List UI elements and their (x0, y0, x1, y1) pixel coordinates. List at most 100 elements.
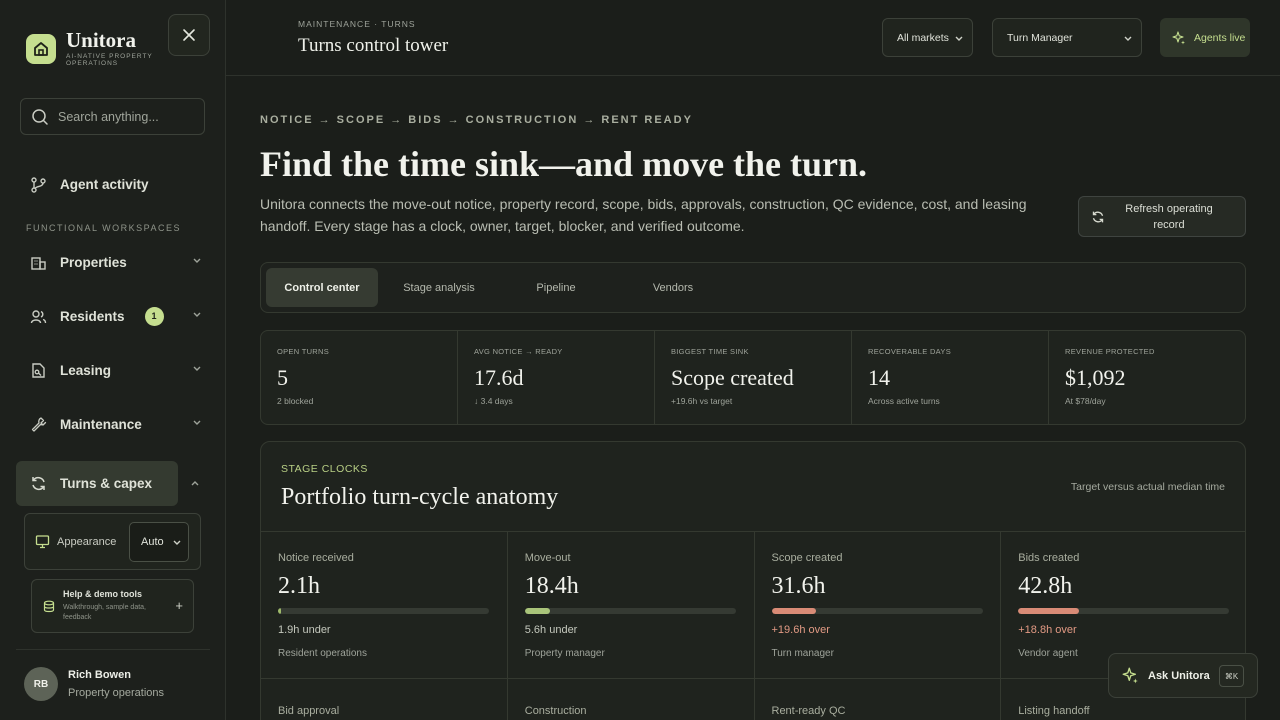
ask-label: Ask Unitora (1148, 669, 1210, 682)
stage-progress-track (1018, 608, 1230, 614)
appearance-select[interactable]: Auto (129, 522, 189, 562)
page-title: Turns control tower (298, 35, 449, 56)
appearance-setting: Appearance Auto (24, 513, 201, 570)
kpi-card: AVG NOTICE → READY 17.6d ↓ 3.4 days (458, 331, 655, 424)
stage-owner: Turn manager (771, 648, 834, 659)
kpi-value: 5 (277, 365, 288, 390)
refresh-icon (1092, 211, 1104, 222)
agents-live-button[interactable]: Agents live (1160, 18, 1250, 57)
sparkles-icon (1172, 30, 1185, 44)
ask-unitora-button[interactable]: Ask Unitora ⌘K (1108, 653, 1258, 698)
user-profile[interactable]: RB Rich Bowen Property operations (24, 667, 164, 701)
stage-clock[interactable]: Notice received 2.1h 1.9h under Resident… (261, 532, 508, 678)
stage-progress-fill (524, 608, 551, 614)
kpi-sub: 2 blocked (277, 396, 314, 406)
brand-tagline: AI-NATIVE PROPERTY OPERATIONS (66, 53, 153, 67)
sidebar-item-turns-capex[interactable]: Turns & capex (16, 461, 178, 506)
stage-time: 31.6h (771, 573, 826, 599)
sidebar-item-label: Leasing (60, 362, 112, 378)
chevron-down-icon (193, 420, 201, 425)
tab-vendors[interactable]: Vendors (617, 268, 729, 307)
stage-clock[interactable]: Scope created 31.6h +19.6h over Turn man… (755, 532, 1002, 678)
chevron-up-icon[interactable] (190, 479, 200, 489)
stage-time: 2.1h (278, 573, 320, 599)
wrench-icon (31, 416, 47, 432)
home-icon (26, 33, 56, 64)
market-select[interactable]: All markets (882, 18, 973, 57)
kpi-sub: +19.6h vs target (671, 396, 733, 406)
stage-delta: 1.9h under (278, 624, 331, 636)
role-select[interactable]: Turn Manager (992, 18, 1142, 57)
top-bar: MAINTENANCE · TURNS Turns control tower … (226, 0, 1280, 76)
sidebar-item-leasing[interactable]: Leasing (16, 348, 216, 392)
chevron-down-icon (173, 540, 181, 545)
chevron-down-icon (193, 312, 201, 317)
close-icon (183, 29, 195, 41)
section-note: Target versus actual median time (1070, 481, 1225, 493)
user-role: Property operations (68, 687, 164, 699)
sidebar-item-properties[interactable]: Properties (16, 240, 216, 284)
keyboard-shortcut: ⌘K (1219, 665, 1244, 687)
hero-heading: Find the time sink—and move the turn. (260, 144, 868, 184)
help-demo-tools[interactable]: Help & demo tools Walkthrough, sample da… (31, 579, 194, 633)
kpi-sub: Across active turns (868, 396, 940, 406)
search-input[interactable]: Search anything... (20, 98, 205, 135)
stage-name: Move-out (524, 552, 571, 564)
user-name: Rich Bowen (68, 669, 131, 681)
stage-clock[interactable]: Construction (508, 679, 755, 720)
tab-control-center[interactable]: Control center (266, 268, 378, 307)
stage-name: Scope created (771, 552, 843, 564)
building-icon (31, 256, 46, 270)
kpi-card: OPEN TURNS 5 2 blocked (261, 331, 458, 424)
chevron-down-icon (1124, 36, 1132, 41)
sidebar-item-label: Maintenance (60, 416, 142, 432)
refresh-record-button[interactable]: Refresh operating record (1078, 196, 1246, 237)
divider (16, 649, 210, 650)
kpi-sub: ↓ 3.4 days (474, 396, 513, 406)
stage-clock[interactable]: Bid approval (261, 679, 508, 720)
sidebar-item-label: Properties (60, 254, 127, 270)
file-key-icon (32, 362, 45, 378)
help-title: Help & demo tools (63, 589, 143, 599)
kpi-strip: OPEN TURNS 5 2 blocked AVG NOTICE → READ… (260, 330, 1246, 425)
kpi-card: RECOVERABLE DAYS 14 Across active turns (852, 331, 1049, 424)
role-select-value: Turn Manager (1007, 31, 1073, 44)
sidebar-item-residents[interactable]: Residents 1 (16, 294, 216, 338)
stage-owner: Property manager (524, 648, 605, 659)
close-sidebar-button[interactable] (168, 14, 210, 56)
stage-clock[interactable]: Rent-ready QC (755, 679, 1002, 720)
section-eyebrow: STAGE CLOCKS (281, 463, 368, 475)
workflow-steps: NOTICE → SCOPE → BIDS → CONSTRUCTION → R… (260, 114, 693, 126)
sidebar-item-label: Residents (60, 308, 125, 324)
section-label: FUNCTIONAL WORKSPACES (26, 223, 182, 233)
kpi-value: 17.6d (474, 365, 524, 390)
stage-delta: 5.6h under (524, 624, 578, 636)
refresh-label: Refresh operating record (1125, 202, 1213, 231)
tab-pipeline[interactable]: Pipeline (500, 268, 612, 307)
sidebar-item-agent-activity[interactable]: Agent activity (16, 162, 216, 206)
kpi-value: $1,092 (1065, 365, 1126, 390)
database-icon (43, 600, 55, 613)
tab-stage-analysis[interactable]: Stage analysis (383, 268, 495, 307)
kpi-label: BIGGEST TIME SINK (671, 347, 749, 356)
stage-clock[interactable]: Move-out 18.4h 5.6h under Property manag… (508, 532, 755, 678)
kpi-label: RECOVERABLE DAYS (868, 347, 952, 356)
app: Unitora AI-NATIVE PROPERTY OPERATIONS Se… (0, 0, 1280, 720)
stage-progress-track (524, 608, 736, 614)
sidebar-item-maintenance[interactable]: Maintenance (16, 402, 216, 446)
plus-icon: + (175, 598, 183, 613)
brand[interactable]: Unitora AI-NATIVE PROPERTY OPERATIONS (26, 30, 161, 67)
stage-progress-track (278, 608, 489, 614)
chevron-down-icon (193, 366, 201, 371)
sidebar-item-label: Turns & capex (60, 476, 153, 491)
help-subtitle: Walkthrough, sample data, feedback (63, 604, 147, 621)
residents-count-badge: 1 (144, 306, 164, 326)
appearance-value: Auto (141, 536, 164, 548)
refresh-icon (32, 476, 45, 491)
sidebar: Unitora AI-NATIVE PROPERTY OPERATIONS Se… (0, 0, 226, 720)
stage-delta: +18.8h over (1018, 624, 1077, 636)
stage-name: Bids created (1018, 552, 1080, 564)
kpi-label: AVG NOTICE → READY (474, 347, 563, 356)
appearance-label: Appearance (57, 535, 117, 548)
view-tabs: Control center Stage analysis Pipeline V… (260, 262, 1246, 313)
